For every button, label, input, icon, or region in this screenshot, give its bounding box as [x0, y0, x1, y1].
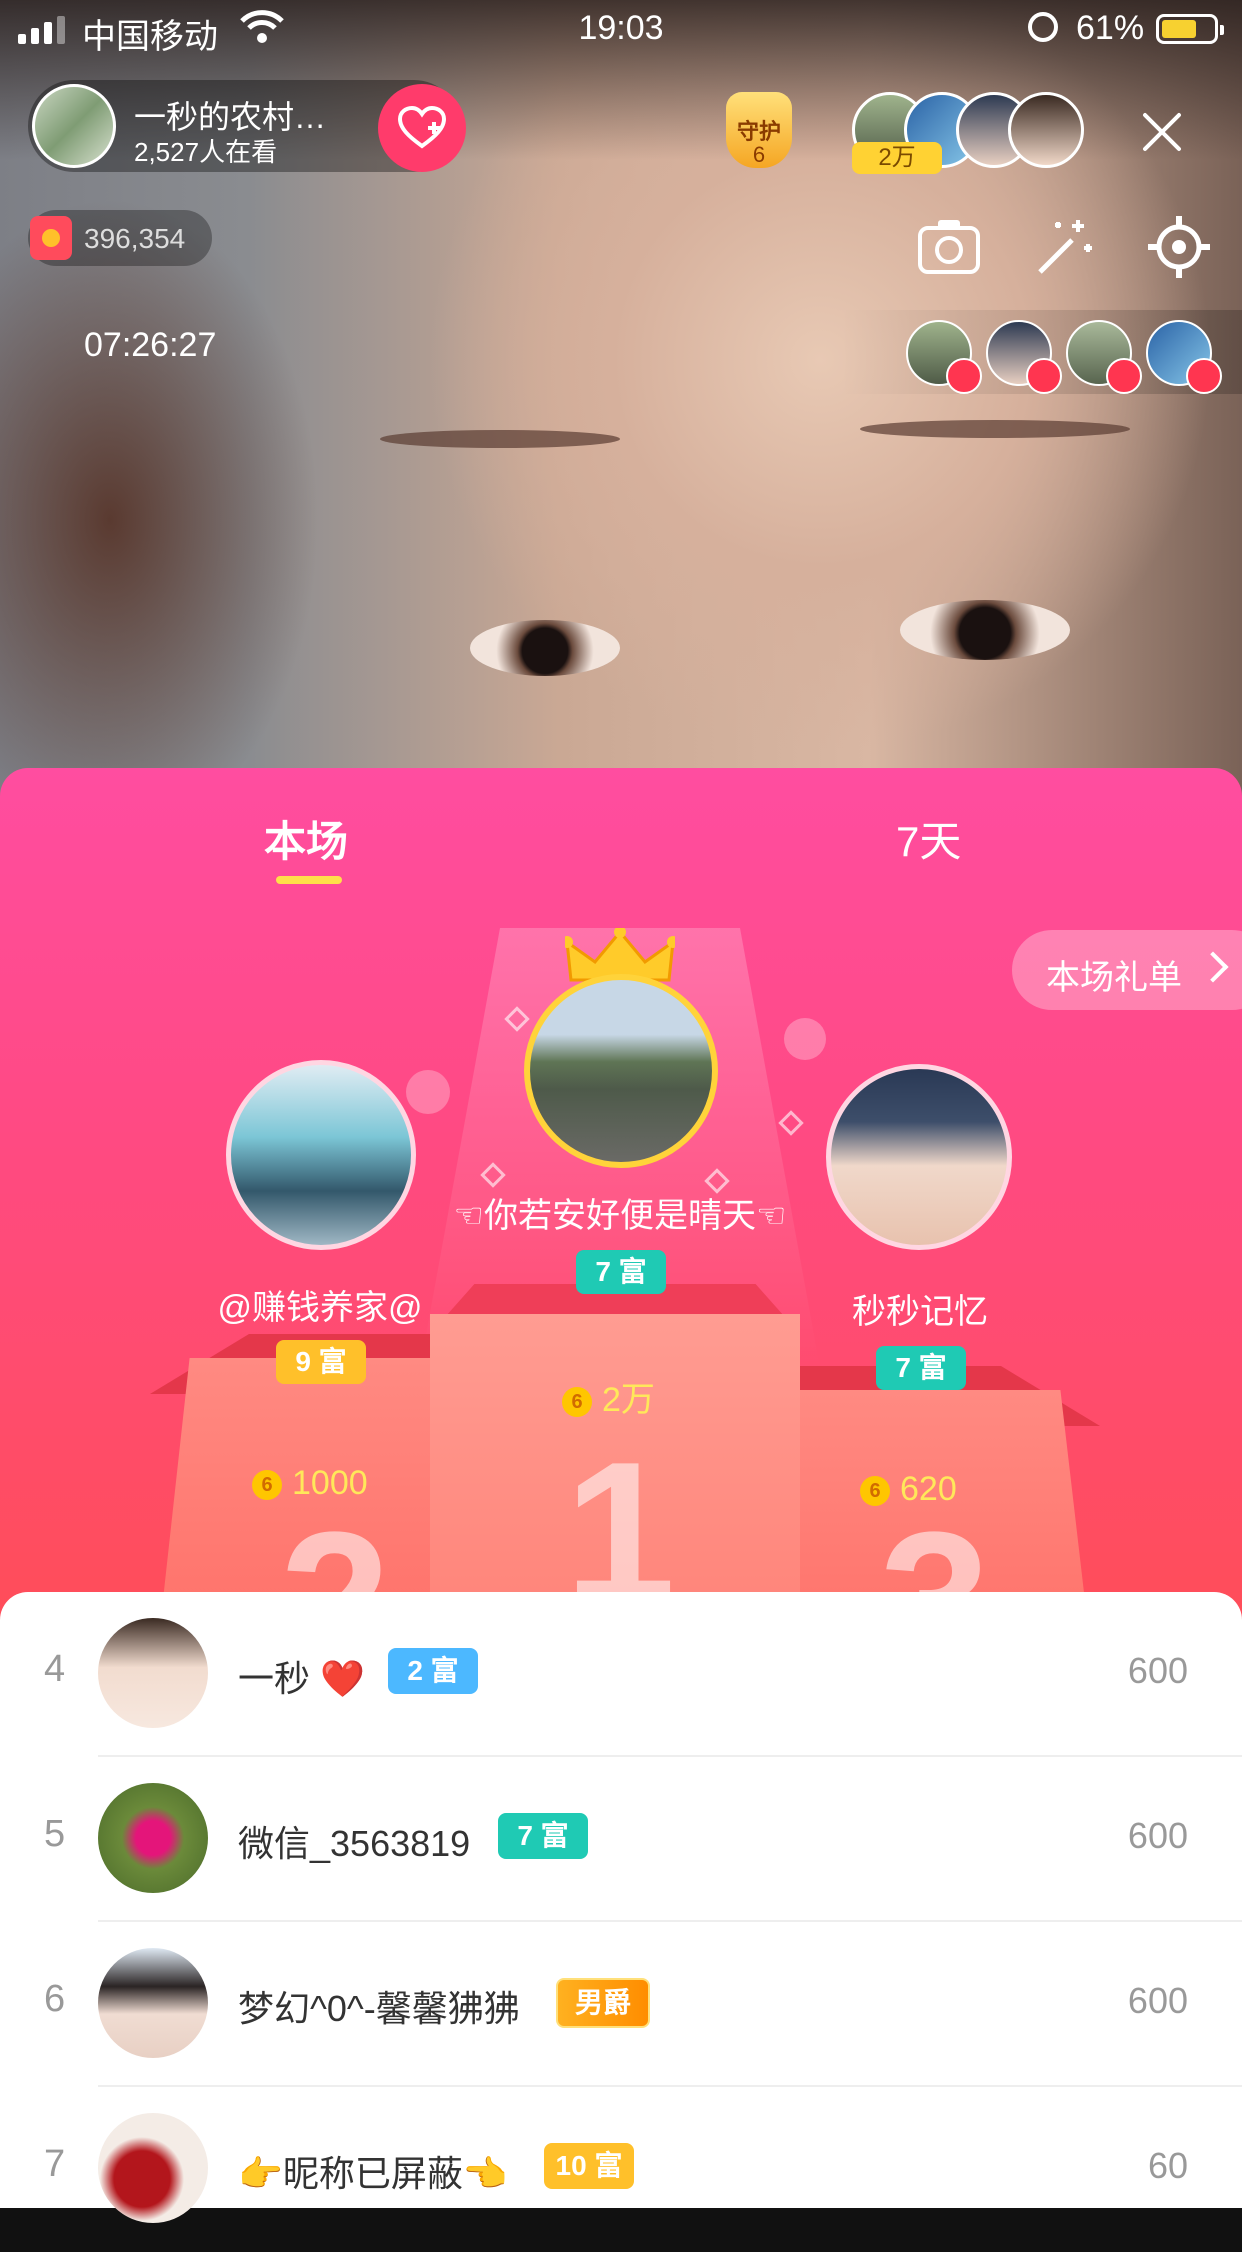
coin-value: 396,354	[84, 223, 186, 254]
battery-icon	[1156, 14, 1224, 44]
live-timer: 07:26:27	[84, 326, 217, 364]
follow-button[interactable]	[378, 84, 466, 172]
sofa-icon	[946, 358, 982, 394]
coin-icon	[30, 216, 72, 260]
coin-icon: 6	[562, 1387, 592, 1418]
video-brow-left	[380, 430, 620, 448]
gift-list-label: 本场礼单	[1046, 959, 1182, 997]
list-item[interactable]: 4 一秒 ❤️ 2 富 600	[0, 1592, 1242, 1757]
list-item[interactable]: 5 微信_3563819 7 富 600	[0, 1757, 1242, 1922]
third-place-score-value: 620	[900, 1470, 957, 1508]
video-eye-left	[470, 620, 620, 676]
list-rank: 4	[44, 1648, 66, 1690]
ranking-list[interactable]: 4 一秒 ❤️ 2 富 600 5 微信_3563819 7 富 600 6 梦…	[0, 1592, 1242, 2223]
coin-icon: 6	[860, 1476, 890, 1507]
heart-plus-icon	[398, 106, 446, 149]
tab-underline	[276, 876, 342, 884]
sofa-icon	[1106, 358, 1142, 394]
decor-bubble	[406, 1070, 450, 1114]
magic-wand-icon[interactable]	[1032, 214, 1098, 280]
decor-diamond	[778, 1110, 804, 1136]
first-place-score-value: 2万	[602, 1381, 655, 1419]
list-avatar[interactable]	[98, 1783, 208, 1893]
list-item[interactable]: 7 👉昵称已屏蔽👈 10 富 60	[0, 2087, 1242, 2252]
list-value: 600	[1127, 1815, 1188, 1856]
rotation-lock-icon	[1028, 12, 1058, 42]
list-value: 600	[1127, 1980, 1188, 2021]
third-place-wealth: 7 富	[876, 1346, 966, 1390]
battery-percent: 61%	[1076, 9, 1145, 47]
top-viewers[interactable]: 2万	[852, 92, 1112, 174]
seat-rank-strip[interactable]	[840, 310, 1242, 394]
video-eye-right	[900, 600, 1070, 660]
first-place-name: ☜你若安好便是晴天☜	[453, 1197, 787, 1235]
viewer-count: 2,527人在看	[134, 137, 278, 167]
sofa-icon	[1026, 358, 1062, 394]
chevron-right-icon	[1197, 951, 1229, 983]
list-avatar[interactable]	[98, 1948, 208, 2058]
third-place-name: 秒秒记忆	[852, 1293, 988, 1331]
list-avatar[interactable]	[98, 1618, 208, 1728]
list-name: 👉昵称已屏蔽👈	[238, 2153, 508, 2194]
settings-gear-icon[interactable]	[1146, 214, 1212, 280]
viewer-avatar[interactable]	[1008, 92, 1084, 168]
list-value: 60	[1147, 2145, 1188, 2186]
guard-badge[interactable]: 守护 6	[716, 92, 802, 174]
decor-bubble	[784, 1018, 826, 1060]
second-place-wealth: 9 富	[276, 1340, 366, 1384]
tab-7-days[interactable]: 7天	[896, 808, 961, 869]
list-rank: 7	[44, 2143, 66, 2185]
coin-icon: 6	[252, 1470, 282, 1501]
list-value: 600	[1127, 1650, 1188, 1691]
list-item[interactable]: 6 梦幻^0^-馨馨狒狒 男爵 600	[0, 1922, 1242, 2087]
host-avatar[interactable]	[32, 84, 116, 168]
tab-this-session[interactable]: 本场	[264, 808, 348, 869]
camera-flip-icon[interactable]	[916, 214, 982, 280]
list-name: 梦幻^0^-馨馨狒狒	[238, 1988, 520, 2029]
gift-list-button[interactable]: 本场礼单	[1012, 930, 1242, 1010]
video-brow-right	[860, 420, 1130, 438]
second-place-score-value: 1000	[292, 1464, 368, 1502]
list-rank: 5	[44, 1813, 66, 1855]
status-bar: 中国移动 19:03 61%	[0, 0, 1242, 60]
third-place-score: 6 620	[860, 1470, 957, 1509]
wealth-badge: 7 富	[498, 1813, 588, 1859]
sofa-icon	[1186, 358, 1222, 394]
wealth-badge: 10 富	[544, 2143, 634, 2189]
top-viewer-coin-tag: 2万	[852, 142, 942, 174]
noble-badge: 男爵	[556, 1978, 650, 2028]
second-place-name: @赚钱养家@	[217, 1289, 423, 1327]
third-place-avatar[interactable]	[826, 1064, 1012, 1250]
list-rank: 6	[44, 1978, 66, 2020]
list-name: 一秒 ❤️	[238, 1658, 365, 1699]
first-place-wealth: 7 富	[576, 1250, 666, 1294]
list-avatar[interactable]	[98, 2113, 208, 2223]
wealth-badge: 2 富	[388, 1648, 478, 1694]
first-place-score: 6 2万	[562, 1372, 655, 1421]
list-name: 微信_3563819	[238, 1823, 471, 1864]
first-place-avatar[interactable]	[524, 974, 718, 1168]
second-place-avatar[interactable]	[226, 1060, 416, 1250]
close-icon[interactable]	[1130, 100, 1194, 164]
guard-count: 6	[752, 142, 766, 167]
second-place-score: 6 1000	[252, 1464, 368, 1503]
coin-balance[interactable]: 396,354	[28, 210, 212, 266]
